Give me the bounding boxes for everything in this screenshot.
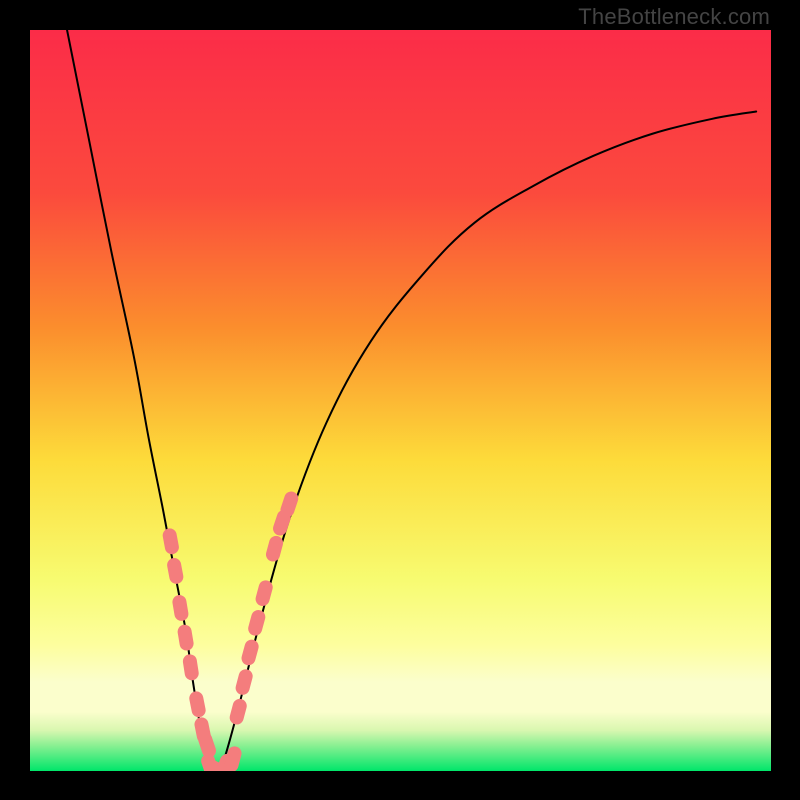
chart-svg <box>30 30 771 771</box>
watermark-text: TheBottleneck.com <box>578 4 770 30</box>
plot-area <box>30 30 771 771</box>
outer-black-frame: TheBottleneck.com <box>0 0 800 800</box>
